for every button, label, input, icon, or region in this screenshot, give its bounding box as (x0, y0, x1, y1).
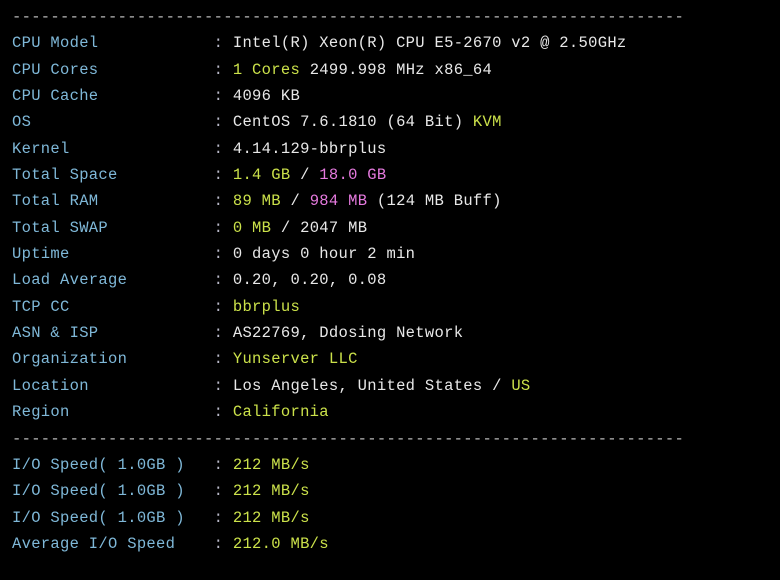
colon: : (214, 271, 224, 289)
label-location: Location (12, 377, 204, 395)
slash: / (281, 219, 291, 237)
separator-top: ----------------------------------------… (12, 4, 768, 30)
label-os: OS (12, 113, 204, 131)
row-load-avg: Load Average : 0.20, 0.20, 0.08 (12, 267, 768, 293)
value-ram-buff: (124 MB Buff) (377, 192, 502, 210)
row-os: OS : CentOS 7.6.1810 (64 Bit) KVM (12, 109, 768, 135)
label-uptime: Uptime (12, 245, 204, 263)
row-org: Organization : Yunserver LLC (12, 346, 768, 372)
row-cpu-cache: CPU Cache : 4096 KB (12, 83, 768, 109)
value-space-used: 1.4 GB (233, 166, 291, 184)
label-asn-isp: ASN & ISP (12, 324, 204, 342)
colon: : (214, 245, 224, 263)
row-total-ram: Total RAM : 89 MB / 984 MB (124 MB Buff) (12, 188, 768, 214)
label-load-avg: Load Average (12, 271, 204, 289)
value-kernel: 4.14.129-bbrplus (233, 140, 387, 158)
value-cpu-model: Intel(R) Xeon(R) CPU E5-2670 v2 @ 2.50GH… (233, 34, 627, 52)
colon: : (214, 87, 224, 105)
value-io-1: 212 MB/s (233, 456, 310, 474)
label-kernel: Kernel (12, 140, 204, 158)
row-cpu-model: CPU Model : Intel(R) Xeon(R) CPU E5-2670… (12, 30, 768, 56)
colon: : (214, 350, 224, 368)
colon: : (214, 509, 224, 527)
colon: : (214, 34, 224, 52)
row-io-1: I/O Speed( 1.0GB ) : 212 MB/s (12, 452, 768, 478)
slash: / (290, 192, 300, 210)
colon: : (214, 535, 224, 553)
slash: / (300, 166, 310, 184)
row-cpu-cores: CPU Cores : 1 Cores 2499.998 MHz x86_64 (12, 57, 768, 83)
colon: : (214, 166, 224, 184)
value-cpu-cores-count: 1 Cores (233, 61, 300, 79)
row-io-avg: Average I/O Speed : 212.0 MB/s (12, 531, 768, 557)
label-region: Region (12, 403, 204, 421)
value-uptime: 0 days 0 hour 2 min (233, 245, 415, 263)
label-io-3: I/O Speed( 1.0GB ) (12, 509, 204, 527)
colon: : (214, 298, 224, 316)
value-swap-used: 0 MB (233, 219, 271, 237)
label-cpu-cores: CPU Cores (12, 61, 204, 79)
label-tcp-cc: TCP CC (12, 298, 204, 316)
value-io-avg: 212.0 MB/s (233, 535, 329, 553)
value-io-2: 212 MB/s (233, 482, 310, 500)
label-io-1: I/O Speed( 1.0GB ) (12, 456, 204, 474)
label-cpu-cache: CPU Cache (12, 87, 204, 105)
value-ram-total: 984 MB (310, 192, 368, 210)
row-io-3: I/O Speed( 1.0GB ) : 212 MB/s (12, 505, 768, 531)
row-uptime: Uptime : 0 days 0 hour 2 min (12, 241, 768, 267)
colon: : (214, 140, 224, 158)
value-location-name: Los Angeles, United States (233, 377, 483, 395)
colon: : (214, 61, 224, 79)
colon: : (214, 219, 224, 237)
colon: : (214, 377, 224, 395)
label-cpu-model: CPU Model (12, 34, 204, 52)
value-io-3: 212 MB/s (233, 509, 310, 527)
colon: : (214, 192, 224, 210)
value-os-name: CentOS 7.6.1810 (64 Bit) (233, 113, 463, 131)
colon: : (214, 403, 224, 421)
value-cpu-cores-freq: 2499.998 MHz x86_64 (310, 61, 492, 79)
label-io-2: I/O Speed( 1.0GB ) (12, 482, 204, 500)
row-region: Region : California (12, 399, 768, 425)
colon: : (214, 456, 224, 474)
value-tcp-cc: bbrplus (233, 298, 300, 316)
slash: / (492, 377, 502, 395)
value-location-code: US (511, 377, 530, 395)
colon: : (214, 482, 224, 500)
row-io-2: I/O Speed( 1.0GB ) : 212 MB/s (12, 478, 768, 504)
value-swap-total: 2047 MB (300, 219, 367, 237)
value-cpu-cache: 4096 KB (233, 87, 300, 105)
colon: : (214, 113, 224, 131)
value-org: Yunserver LLC (233, 350, 358, 368)
value-ram-used: 89 MB (233, 192, 281, 210)
row-location: Location : Los Angeles, United States / … (12, 373, 768, 399)
value-space-total: 18.0 GB (319, 166, 386, 184)
value-region: California (233, 403, 329, 421)
row-tcp-cc: TCP CC : bbrplus (12, 294, 768, 320)
label-total-ram: Total RAM (12, 192, 204, 210)
value-load-avg: 0.20, 0.20, 0.08 (233, 271, 387, 289)
label-total-space: Total Space (12, 166, 204, 184)
label-total-swap: Total SWAP (12, 219, 204, 237)
row-total-swap: Total SWAP : 0 MB / 2047 MB (12, 215, 768, 241)
value-os-virt: KVM (473, 113, 502, 131)
row-kernel: Kernel : 4.14.129-bbrplus (12, 136, 768, 162)
row-total-space: Total Space : 1.4 GB / 18.0 GB (12, 162, 768, 188)
value-asn-isp: AS22769, Ddosing Network (233, 324, 463, 342)
label-org: Organization (12, 350, 204, 368)
row-asn-isp: ASN & ISP : AS22769, Ddosing Network (12, 320, 768, 346)
separator-mid: ----------------------------------------… (12, 426, 768, 452)
colon: : (214, 324, 224, 342)
label-io-avg: Average I/O Speed (12, 535, 204, 553)
